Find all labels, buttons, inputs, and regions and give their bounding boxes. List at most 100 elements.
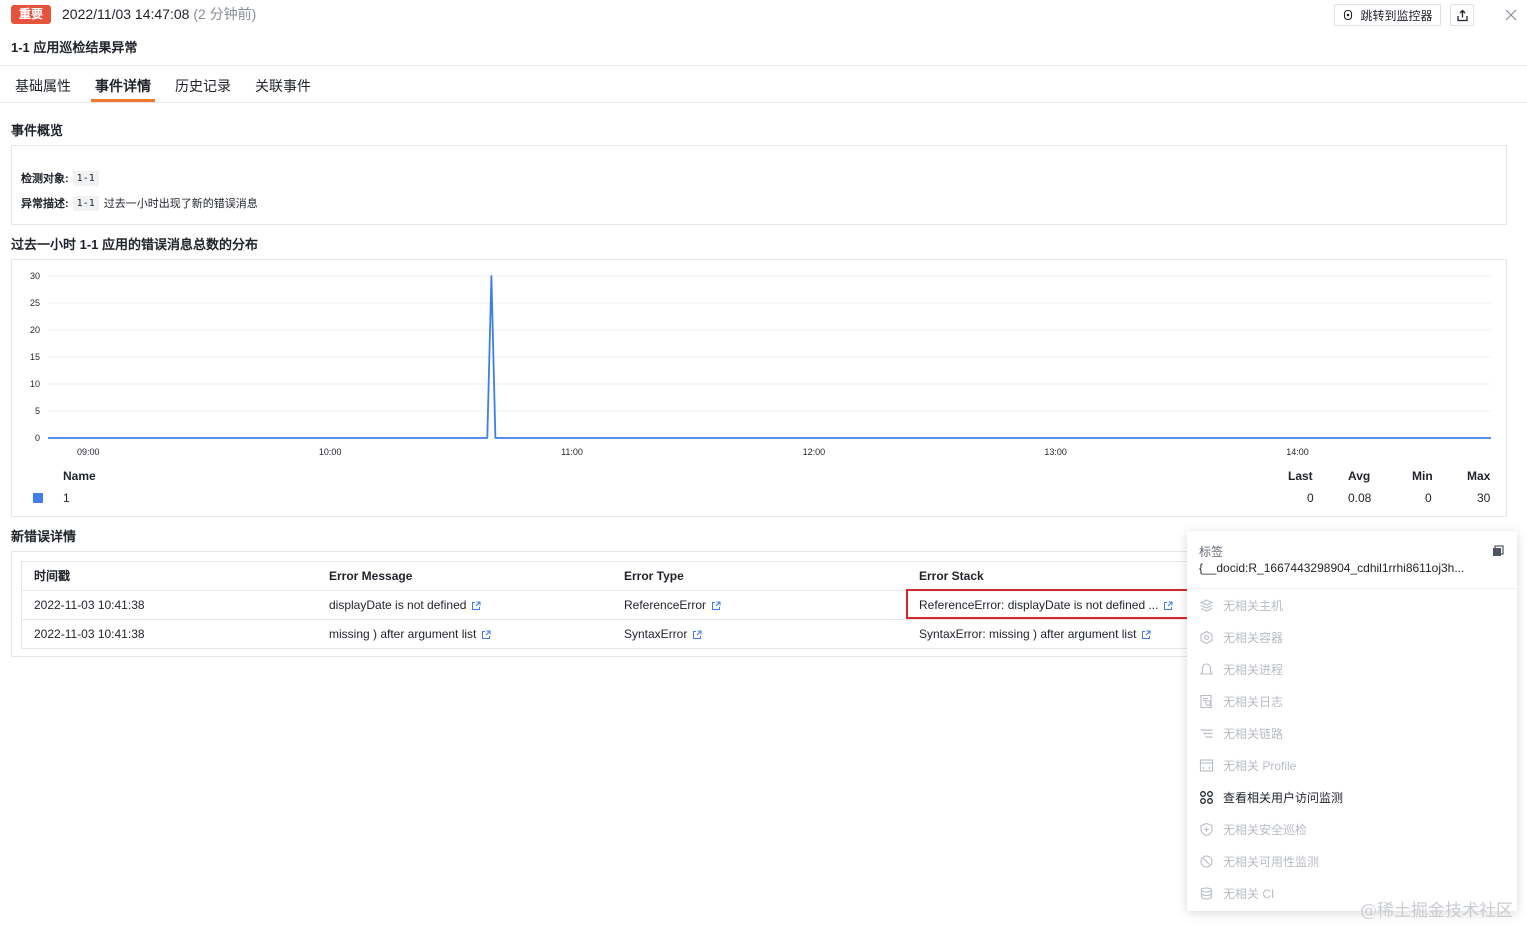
- highlight-box: [906, 589, 1192, 619]
- description-row: 异常描述: 1-1 过去一小时出现了新的错误消息: [21, 195, 258, 211]
- legend-avg-header: Avg: [1348, 469, 1371, 483]
- ci-icon: [1200, 887, 1213, 900]
- related-security-item: 无相关安全巡检: [1199, 821, 1307, 838]
- related-profile-item: 无相关 Profile: [1199, 757, 1296, 774]
- item-label: 无相关 CI: [1223, 887, 1275, 901]
- related-hosts-item: 无相关主机: [1199, 597, 1283, 614]
- tag-label: 标签: [1199, 545, 1224, 559]
- column-header-message: Error Message: [329, 569, 413, 583]
- row-time: 2022-11-03 10:41:38: [34, 598, 145, 612]
- external-link-icon[interactable]: [481, 630, 491, 640]
- legend-swatch[interactable]: [33, 493, 43, 503]
- related-panel: 标签 {__docid:R_1667443298904_cdhil1rrhi86…: [1187, 531, 1517, 911]
- y-tick-label: 5: [35, 406, 40, 416]
- related-traces-item: 无相关链路: [1199, 725, 1283, 742]
- target-label: 检测对象:: [21, 173, 69, 185]
- event-title: 1-1 应用巡检结果异常: [11, 40, 138, 55]
- table-header-row: 时间戳 Error Message Error Type Error Stack: [22, 562, 1190, 591]
- legend-series-name[interactable]: 1: [63, 491, 70, 505]
- external-link-icon[interactable]: [471, 601, 481, 611]
- item-label: 无相关 Profile: [1223, 759, 1297, 773]
- active-tab-indicator: [91, 99, 155, 102]
- relative-time: (2 分钟前): [193, 6, 257, 22]
- log-icon: [1200, 694, 1213, 709]
- related-logs-item: 无相关日志: [1199, 693, 1283, 710]
- copy-icon[interactable]: [1492, 545, 1504, 557]
- item-label: 无相关链路: [1223, 727, 1284, 741]
- tag-value: {__docid:R_1667443298904_cdhil1rrhi8611o…: [1199, 561, 1465, 575]
- y-tick-label: 0: [35, 433, 40, 443]
- security-icon: [1200, 822, 1213, 837]
- type-text: SyntaxError: [624, 627, 688, 641]
- related-ci-item: 无相关 CI: [1199, 885, 1274, 902]
- host-icon: [1199, 599, 1214, 612]
- related-containers-item: 无相关容器: [1199, 629, 1283, 646]
- x-tick-label: 10:00: [319, 447, 342, 457]
- row-type[interactable]: SyntaxError: [624, 627, 702, 642]
- rum-icon: [1200, 791, 1213, 804]
- tab-bar: 基础属性 事件详情 历史记录 关联事件: [0, 66, 1527, 103]
- watermark: @稀土掘金技术社区: [1360, 901, 1513, 921]
- y-tick-label: 30: [30, 271, 40, 281]
- type-text: ReferenceError: [624, 598, 707, 612]
- tab-history[interactable]: 历史记录: [175, 77, 231, 95]
- row-time: 2022-11-03 10:41:38: [34, 627, 145, 641]
- x-tick-label: 09:00: [77, 447, 100, 457]
- column-header-stack: Error Stack: [919, 569, 984, 583]
- error-count-chart: 0 5 10 15 20 25 30 09:00 10:00 11:00 12:00 13:00 14:…: [30, 271, 1491, 457]
- message-text: missing ) after argument list: [329, 627, 477, 641]
- jump-to-monitor-button[interactable]: 跳转到监控器: [1334, 4, 1441, 26]
- errors-panel: 时间戳 Error Message Error Type Error Stack…: [11, 551, 1201, 657]
- target-value: 1-1: [72, 170, 99, 186]
- external-link-icon[interactable]: [692, 630, 702, 640]
- legend-max-value: 30: [1477, 491, 1491, 505]
- event-timestamp: 2022/11/03 14:47:08 (2 分钟前): [62, 5, 256, 23]
- tab-event-details[interactable]: 事件详情: [95, 77, 151, 95]
- row-message[interactable]: displayDate is not defined: [329, 598, 481, 613]
- target-row: 检测对象: 1-1: [21, 170, 104, 186]
- overview-panel: 检测对象: 1-1 异常描述: 1-1 过去一小时出现了新的错误消息: [11, 145, 1507, 225]
- related-rum-item[interactable]: 查看相关用户访问监测: [1199, 789, 1343, 806]
- tab-related-events[interactable]: 关联事件: [255, 77, 311, 95]
- external-link-icon[interactable]: [1141, 630, 1151, 640]
- item-label: 无相关容器: [1223, 631, 1284, 645]
- legend-last-header: Last: [1288, 469, 1313, 483]
- timestamp-text: 2022/11/03 14:47:08: [62, 6, 190, 22]
- legend-name-header: Name: [63, 469, 96, 483]
- legend-last-value: 0: [1307, 491, 1314, 505]
- share-button[interactable]: [1450, 4, 1474, 26]
- close-button[interactable]: [1500, 4, 1522, 26]
- description-tag: 1-1: [72, 195, 99, 211]
- message-text: displayDate is not defined: [329, 598, 467, 612]
- item-label: 无相关主机: [1223, 599, 1284, 613]
- x-tick-label: 13:00: [1044, 447, 1067, 457]
- x-tick-label: 14:00: [1286, 447, 1309, 457]
- availability-icon: [1200, 855, 1213, 868]
- overview-title: 事件概览: [11, 123, 64, 138]
- x-tick-label: 11:00: [561, 447, 583, 457]
- close-icon: [1505, 9, 1517, 21]
- row-message[interactable]: missing ) after argument list: [329, 627, 491, 642]
- legend-min-header: Min: [1412, 469, 1433, 483]
- event-header: 重要 2022/11/03 14:47:08 (2 分钟前) 1-1 应用巡检结…: [0, 0, 1527, 66]
- y-tick-label: 10: [30, 379, 40, 389]
- y-tick-label: 25: [30, 298, 40, 308]
- related-processes-item: 无相关进程: [1199, 661, 1283, 678]
- y-tick-label: 15: [30, 352, 40, 362]
- legend-max-header: Max: [1467, 469, 1491, 483]
- external-link-icon[interactable]: [711, 601, 721, 611]
- stack-text: SyntaxError: missing ) after argument li…: [919, 627, 1137, 641]
- chart-title: 过去一小时 1-1 应用的错误消息总数的分布: [11, 237, 259, 252]
- trace-icon: [1200, 729, 1213, 738]
- panel-divider: [1187, 588, 1517, 589]
- process-icon: [1199, 663, 1214, 675]
- legend-avg-value: 0.08: [1348, 491, 1372, 505]
- container-icon: [1200, 630, 1213, 645]
- column-header-type: Error Type: [624, 569, 684, 583]
- row-type[interactable]: ReferenceError: [624, 598, 721, 613]
- legend-min-value: 0: [1425, 491, 1432, 505]
- share-icon: [1456, 9, 1468, 21]
- tab-basic-attributes[interactable]: 基础属性: [15, 77, 71, 95]
- row-stack[interactable]: SyntaxError: missing ) after argument li…: [919, 627, 1151, 642]
- jump-button-label: 跳转到监控器: [1360, 8, 1433, 23]
